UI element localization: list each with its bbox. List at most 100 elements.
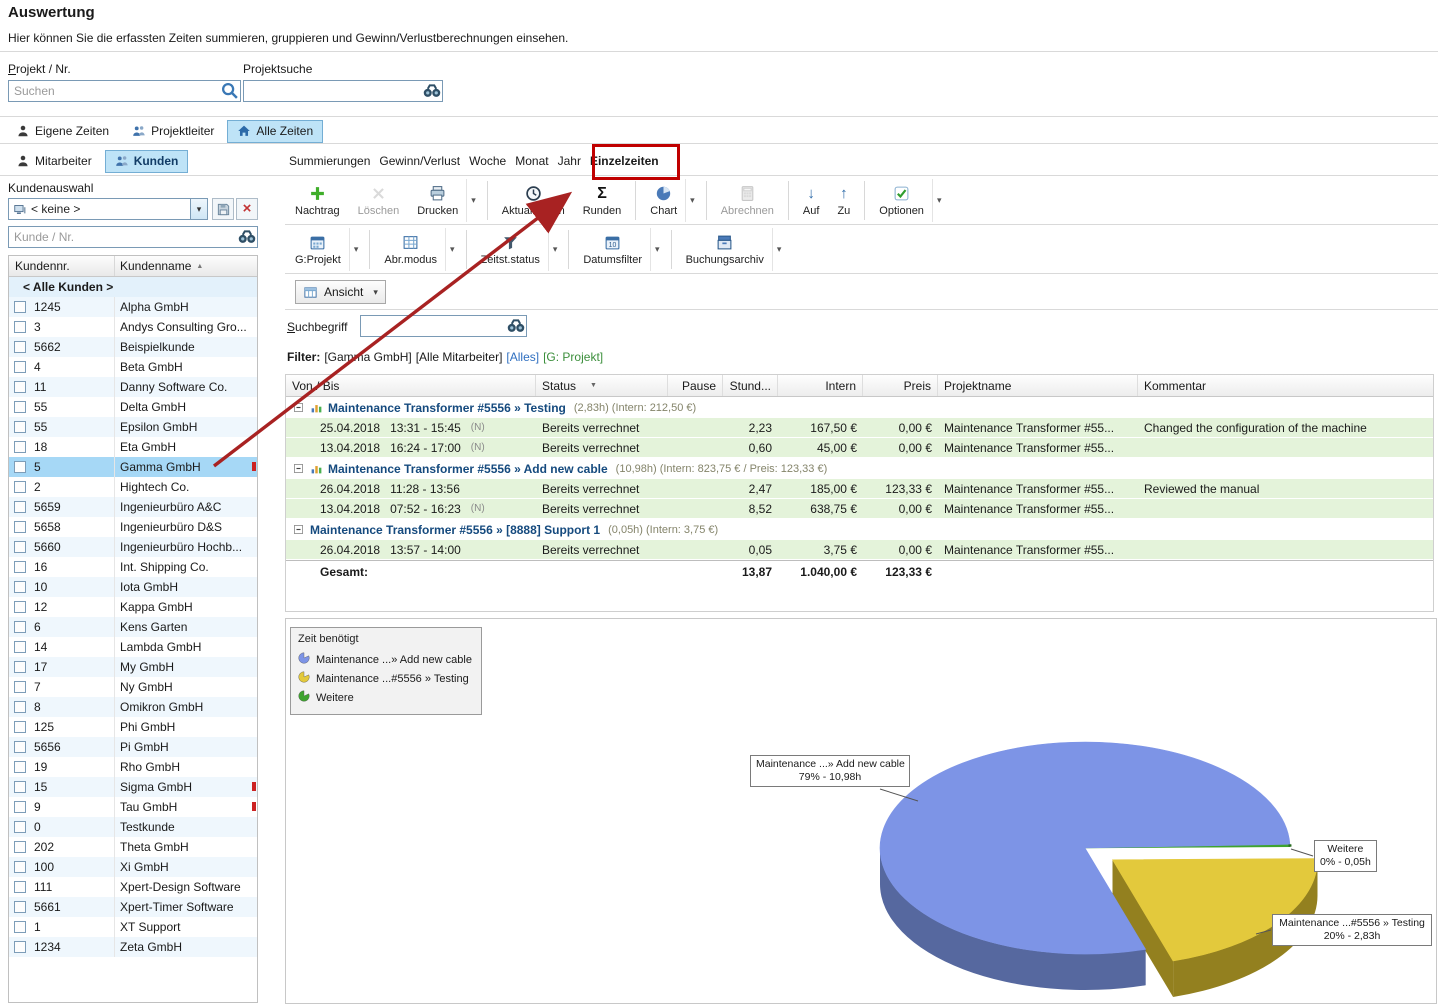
customer-row[interactable]: 5658Ingenieurbüro D&S xyxy=(9,517,257,537)
customer-row[interactable]: 3Andys Consulting Gro... xyxy=(9,317,257,337)
checkbox[interactable] xyxy=(14,501,26,513)
customer-row[interactable]: 125Phi GmbH xyxy=(9,717,257,737)
group-row[interactable]: Maintenance Transformer #5556 » Add new … xyxy=(286,458,1433,479)
customer-row[interactable]: 5660Ingenieurbüro Hochb... xyxy=(9,537,257,557)
binoculars-icon[interactable] xyxy=(422,81,442,101)
toolbar-datumsfilter-button[interactable]: 10Datumsfilter▾ xyxy=(576,228,663,271)
toolbar-drucken-button[interactable]: Drucken▾ xyxy=(410,179,480,222)
checkbox[interactable] xyxy=(14,301,26,313)
customer-row[interactable]: 5662Beispielkunde xyxy=(9,337,257,357)
left-tab-kunden[interactable]: Kunden xyxy=(105,150,189,173)
checkbox[interactable] xyxy=(14,821,26,833)
checkbox[interactable] xyxy=(14,401,26,413)
customer-row[interactable]: 7Ny GmbH xyxy=(9,677,257,697)
customer-row[interactable]: 5659Ingenieurbüro A&C xyxy=(9,497,257,517)
dropdown-arrow-icon[interactable]: ▾ xyxy=(932,179,946,222)
chevron-down-icon[interactable]: ▾ xyxy=(190,199,207,219)
checkbox[interactable] xyxy=(14,521,26,533)
filter-part[interactable]: [Alles] xyxy=(506,350,539,364)
checkbox[interactable] xyxy=(14,601,26,613)
customer-row[interactable]: 5661Xpert-Timer Software xyxy=(9,897,257,917)
main-tab-jahr[interactable]: Jahr xyxy=(556,150,583,172)
main-tab-woche[interactable]: Woche xyxy=(467,150,508,172)
column-header-kommentar[interactable]: Kommentar xyxy=(1138,375,1433,396)
customer-row[interactable]: 6Kens Garten xyxy=(9,617,257,637)
toolbar-abr-modus-button[interactable]: Abr.modus▾ xyxy=(377,228,458,271)
checkbox[interactable] xyxy=(14,641,26,653)
dropdown-arrow-icon[interactable]: ▾ xyxy=(772,228,786,271)
column-header-projektname[interactable]: Projektname xyxy=(938,375,1138,396)
toolbar-g-projekt-button[interactable]: G:Projekt▾ xyxy=(288,228,362,271)
checkbox[interactable] xyxy=(14,561,26,573)
checkbox[interactable] xyxy=(14,801,26,813)
time-entry-row[interactable]: 26.04.201811:28 - 13:56Bereits verrechne… xyxy=(286,479,1433,499)
checkbox[interactable] xyxy=(14,481,26,493)
view-tab-alle-zeiten[interactable]: Alle Zeiten xyxy=(227,120,323,143)
checkbox[interactable] xyxy=(14,581,26,593)
filter-part[interactable]: [Gamma GmbH] xyxy=(324,350,411,364)
column-header-preis[interactable]: Preis xyxy=(863,375,938,396)
time-entry-row[interactable]: 13.04.201816:24 - 17:00(N)Bereits verrec… xyxy=(286,438,1433,458)
checkbox[interactable] xyxy=(14,541,26,553)
checkbox[interactable] xyxy=(14,661,26,673)
kunden-filter-dropdown[interactable]: < keine > ▾ xyxy=(8,198,208,220)
toolbar-buchungsarchiv-button[interactable]: Buchungsarchiv▾ xyxy=(679,228,786,271)
checkbox[interactable] xyxy=(14,461,26,473)
checkbox[interactable] xyxy=(14,421,26,433)
customer-row[interactable]: 14Lambda GmbH xyxy=(9,637,257,657)
group-row[interactable]: Maintenance Transformer #5556 » [8888] S… xyxy=(286,519,1433,540)
checkbox[interactable] xyxy=(14,941,26,953)
checkbox[interactable] xyxy=(14,701,26,713)
left-tab-mitarbeiter[interactable]: Mitarbeiter xyxy=(6,150,102,173)
toolbar-auf-button[interactable]: ↓Auf xyxy=(796,179,827,222)
time-entry-row[interactable]: 26.04.201813:57 - 14:00Bereits verrechne… xyxy=(286,540,1433,560)
checkbox[interactable] xyxy=(14,341,26,353)
main-tab-summierungen[interactable]: Summierungen xyxy=(287,150,372,172)
dropdown-arrow-icon[interactable]: ▾ xyxy=(466,179,480,222)
customer-row[interactable]: 5Gamma GmbH xyxy=(9,457,257,477)
view-tab-eigene-zeiten[interactable]: Eigene Zeiten xyxy=(6,120,119,143)
customer-row[interactable]: 10Iota GmbH xyxy=(9,577,257,597)
checkbox[interactable] xyxy=(14,321,26,333)
time-entry-row[interactable]: 25.04.201813:31 - 15:45(N)Bereits verrec… xyxy=(286,418,1433,438)
column-header-pause[interactable]: Pause xyxy=(668,375,723,396)
checkbox[interactable] xyxy=(14,441,26,453)
column-header-stund[interactable]: Stund... xyxy=(723,375,778,396)
customer-row[interactable]: 16Int. Shipping Co. xyxy=(9,557,257,577)
column-header-kundennr[interactable]: Kundennr. xyxy=(9,256,115,276)
toolbar-l-schen-button[interactable]: Löschen xyxy=(351,179,407,222)
dropdown-arrow-icon[interactable]: ▾ xyxy=(445,228,459,271)
customer-row[interactable]: 17My GmbH xyxy=(9,657,257,677)
toolbar-nachtrag-button[interactable]: Nachtrag xyxy=(288,179,347,222)
column-header-kundenname[interactable]: Kundenname ▲ xyxy=(115,259,257,273)
main-tab-monat[interactable]: Monat xyxy=(513,150,550,172)
column-header-intern[interactable]: Intern xyxy=(778,375,863,396)
dropdown-arrow-icon[interactable]: ▾ xyxy=(685,179,699,222)
customer-row[interactable]: 2Hightech Co. xyxy=(9,477,257,497)
toolbar-zu-button[interactable]: ↑Zu xyxy=(830,179,857,222)
checkbox[interactable] xyxy=(14,761,26,773)
checkbox[interactable] xyxy=(14,921,26,933)
group-row[interactable]: Maintenance Transformer #5556 » Testing(… xyxy=(286,397,1433,418)
delete-filter-button[interactable]: × xyxy=(236,198,258,220)
customer-row[interactable]: 1XT Support xyxy=(9,917,257,937)
customer-row[interactable]: 18Eta GmbH xyxy=(9,437,257,457)
binoculars-icon[interactable] xyxy=(506,316,526,336)
customer-row[interactable]: 100Xi GmbH xyxy=(9,857,257,877)
filter-part[interactable]: [Alle Mitarbeiter] xyxy=(416,350,503,364)
customer-table-header[interactable]: Kundennr. Kundenname ▲ xyxy=(9,256,257,277)
customer-row[interactable]: 1245Alpha GmbH xyxy=(9,297,257,317)
toolbar-runden-button[interactable]: ΣRunden xyxy=(576,179,629,222)
view-tab-projektleiter[interactable]: Projektleiter xyxy=(122,120,224,143)
customer-row[interactable]: 4Beta GmbH xyxy=(9,357,257,377)
checkbox[interactable] xyxy=(14,621,26,633)
toolbar-aktualisieren-button[interactable]: Aktualisieren xyxy=(495,179,572,222)
customer-row[interactable]: 55Epsilon GmbH xyxy=(9,417,257,437)
customer-row[interactable]: 11Danny Software Co. xyxy=(9,377,257,397)
customer-row[interactable]: 0Testkunde xyxy=(9,817,257,837)
checkbox[interactable] xyxy=(14,881,26,893)
checkbox[interactable] xyxy=(14,781,26,793)
toolbar-abrechnen-button[interactable]: Abrechnen xyxy=(714,179,781,222)
time-entry-row[interactable]: 13.04.201807:52 - 16:23(N)Bereits verrec… xyxy=(286,499,1433,519)
checkbox[interactable] xyxy=(14,861,26,873)
